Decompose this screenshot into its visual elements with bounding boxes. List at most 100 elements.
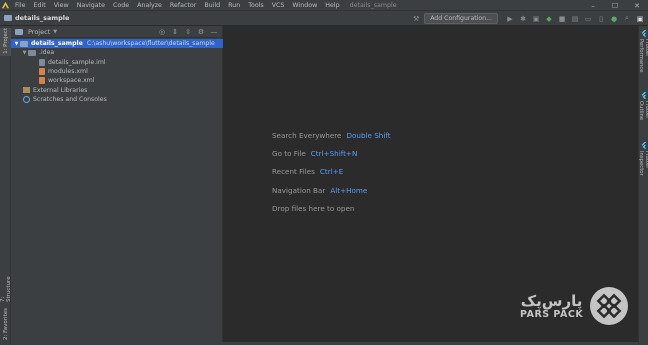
- tab-favorites-label: 2: Favorites: [2, 308, 9, 340]
- minimize-button[interactable]: –: [582, 0, 604, 11]
- coverage-icon[interactable]: ▣: [531, 14, 541, 24]
- device-icon[interactable]: ▯: [596, 14, 606, 24]
- tab-structure[interactable]: 7: Structure: [0, 270, 12, 302]
- maximize-button[interactable]: ☐: [604, 0, 626, 11]
- folder-icon: [28, 49, 36, 56]
- parspack-english-text: PARS PACK: [520, 308, 584, 320]
- hint-search-everywhere: Search Everywhere Double Shift: [272, 126, 391, 144]
- hint-go-to-file: Go to File Ctrl+Shift+N: [272, 144, 391, 162]
- avd-manager-icon[interactable]: ▭: [583, 14, 593, 24]
- flutter-icon: [641, 142, 647, 149]
- tree-item-iml[interactable]: details_sample.iml: [11, 58, 223, 67]
- parspack-wordmark: پارس‌پک PARS PACK: [520, 293, 583, 320]
- xml-file-icon: [39, 68, 45, 76]
- hint-label: Navigation Bar: [272, 185, 326, 195]
- project-view-selector[interactable]: Project: [28, 28, 50, 36]
- notifications-icon[interactable]: ▣: [635, 14, 645, 24]
- add-configuration-button[interactable]: Add Configuration...: [424, 13, 498, 24]
- menu-navigate[interactable]: Navigate: [73, 0, 109, 11]
- toolbar: ⚒ Add Configuration... ▶ ✱ ▣ ◆ ■ ▤ ▭ ▯ ●…: [411, 12, 645, 25]
- menu-analyze[interactable]: Analyze: [133, 0, 166, 11]
- folder-icon: [4, 15, 12, 21]
- search-icon[interactable]: ⌕: [622, 14, 632, 24]
- window-title: details_sample: [349, 1, 397, 9]
- menu-run[interactable]: Run: [224, 0, 244, 11]
- project-panel-actions: ◎ ⇕ ⇳ ⚙ —: [157, 27, 219, 37]
- menu-file[interactable]: File: [11, 0, 30, 11]
- hint-label: Recent Files: [272, 167, 315, 177]
- breadcrumb[interactable]: details_sample: [0, 14, 69, 22]
- tab-project-label: 1: Project: [2, 28, 9, 54]
- tree-item-external-libraries[interactable]: External Libraries: [11, 85, 223, 94]
- menu-help[interactable]: Help: [321, 0, 343, 11]
- hint-recent-files: Recent Files Ctrl+E: [272, 163, 391, 181]
- left-tool-stripe: 1: Project 7: Structure 2: Favorites: [0, 26, 12, 345]
- tab-flutter-inspector-label: Flutter Inspector: [638, 150, 648, 176]
- flutter-icon: [641, 30, 647, 37]
- xml-file-icon: [39, 77, 45, 85]
- hint-shortcut: Alt+Home: [330, 185, 368, 195]
- chevron-down-icon[interactable]: ▼: [13, 41, 20, 47]
- menu-edit[interactable]: Edit: [30, 0, 50, 11]
- sdk-manager-icon[interactable]: ●: [609, 14, 619, 24]
- gear-icon[interactable]: ⚙: [196, 27, 206, 37]
- hint-drop-files: Drop files here to open: [272, 199, 391, 217]
- editor-empty-hints: Search Everywhere Double Shift Go to Fil…: [272, 126, 391, 217]
- tree-item-label: External Libraries: [33, 86, 88, 94]
- folder-icon: [20, 40, 28, 47]
- chevron-down-icon[interactable]: ▼: [53, 29, 57, 35]
- chevron-down-icon[interactable]: ▼: [21, 50, 28, 56]
- navigation-bar: details_sample ⚒ Add Configuration... ▶ …: [0, 11, 648, 26]
- menu-refactor[interactable]: Refactor: [166, 0, 200, 11]
- hide-panel-icon[interactable]: —: [209, 27, 219, 37]
- parspack-persian-text: پارس‌پک: [520, 291, 583, 310]
- tab-flutter-performance[interactable]: Flutter Performance: [638, 30, 648, 88]
- parspack-logo-icon: [590, 287, 629, 325]
- tree-item-project-root[interactable]: ▼ details_sample C:\ashu\workspace\flutt…: [11, 39, 223, 49]
- close-button[interactable]: ✕: [626, 0, 648, 11]
- hint-label: Go to File: [272, 148, 306, 158]
- tree-item-modules-xml[interactable]: modules.xml: [11, 67, 223, 76]
- tree-item-idea[interactable]: ▼ .idea: [11, 48, 223, 57]
- tab-flutter-performance-label: Flutter Performance: [638, 38, 648, 73]
- stop-icon[interactable]: ■: [557, 14, 567, 24]
- tree-item-label: .idea: [39, 49, 55, 57]
- menu-vcs[interactable]: VCS: [268, 0, 289, 11]
- menu-tools[interactable]: Tools: [244, 0, 268, 11]
- menu-window[interactable]: Window: [288, 0, 321, 11]
- locate-file-icon[interactable]: ◎: [157, 27, 167, 37]
- hint-label: Drop files here to open: [272, 203, 355, 213]
- hint-label: Search Everywhere: [272, 130, 342, 140]
- tree-item-label: details_sample: [31, 40, 83, 48]
- tab-favorites[interactable]: 2: Favorites: [0, 308, 11, 342]
- expand-all-icon[interactable]: ⇕: [170, 27, 180, 37]
- breadcrumb-project: details_sample: [15, 14, 70, 22]
- tree-item-scratches[interactable]: Scratches and Consoles: [11, 95, 223, 104]
- menu-bar: File Edit View Navigate Code Analyze Ref…: [0, 0, 648, 11]
- tree-item-label: details_sample.iml: [48, 58, 106, 66]
- tab-project[interactable]: 1: Project: [0, 28, 11, 56]
- tree-item-workspace-xml[interactable]: workspace.xml: [11, 76, 223, 85]
- menu-view[interactable]: View: [50, 0, 73, 11]
- collapse-all-icon[interactable]: ⇳: [183, 27, 193, 37]
- tree-item-path: C:\ashu\workspace\flutter\details_sample: [86, 40, 215, 48]
- tab-structure-label: 7: Structure: [0, 276, 12, 302]
- right-tool-stripe: Flutter Performance Flutter Outline Flut…: [638, 26, 648, 345]
- menu-code[interactable]: Code: [109, 0, 133, 11]
- tree-item-label: workspace.xml: [48, 77, 95, 85]
- module-file-icon: [39, 58, 45, 66]
- hammer-icon[interactable]: ⚒: [411, 14, 421, 24]
- tab-flutter-outline[interactable]: Flutter Outline: [638, 92, 648, 138]
- debug-icon[interactable]: ✱: [518, 14, 528, 24]
- project-panel: Project ▼ ◎ ⇕ ⇳ ⚙ — ▼ details_sample C:\…: [11, 26, 223, 345]
- flutter-icon: [641, 92, 647, 99]
- attach-debugger-icon[interactable]: ◆: [544, 14, 554, 24]
- scratches-icon: [23, 95, 30, 103]
- project-structure-icon[interactable]: ▤: [570, 14, 580, 24]
- tab-flutter-inspector[interactable]: Flutter Inspector: [638, 142, 648, 192]
- tree-item-label: Scratches and Consoles: [33, 95, 107, 103]
- run-icon[interactable]: ▶: [505, 14, 515, 24]
- menu-build[interactable]: Build: [200, 0, 224, 11]
- project-tree: ▼ details_sample C:\ashu\workspace\flutt…: [11, 39, 223, 104]
- parspack-watermark: پارس‌پک PARS PACK: [520, 286, 629, 326]
